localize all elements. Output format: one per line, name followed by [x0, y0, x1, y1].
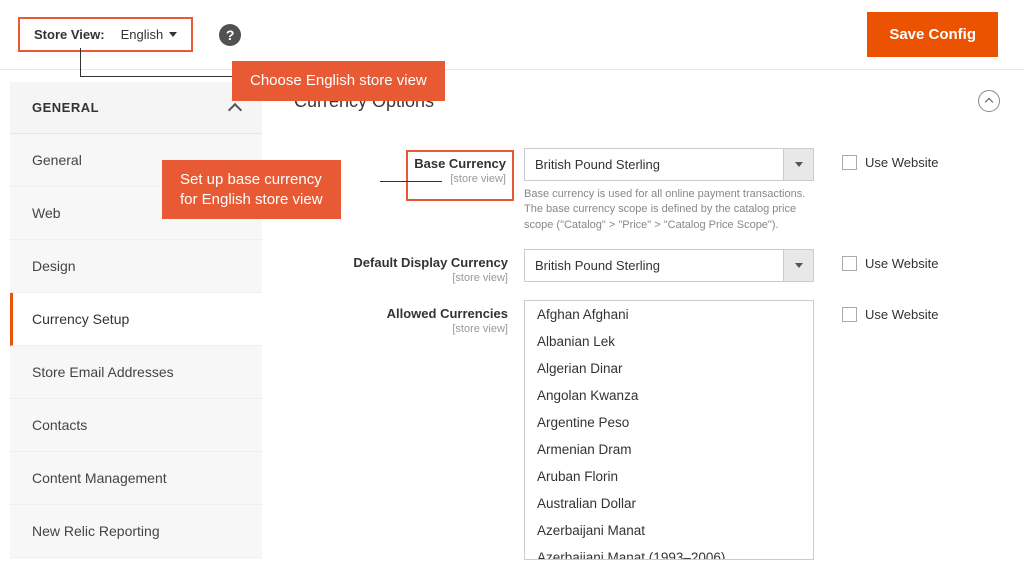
store-view-label: Store View:: [34, 27, 105, 42]
save-config-button[interactable]: Save Config: [867, 12, 998, 57]
use-website-checkbox[interactable]: [842, 256, 857, 271]
field-extra: Use Website: [814, 148, 938, 170]
chevron-up-icon: [985, 98, 993, 106]
list-item[interactable]: Azerbaijani Manat (1993–2006): [525, 544, 813, 560]
caret-down-icon: [169, 32, 177, 37]
use-website-label: Use Website: [865, 155, 938, 170]
field-default-display-currency: Default Display Currency [store view] Br…: [294, 249, 1016, 284]
collapse-section-button[interactable]: [978, 90, 1000, 112]
field-control: British Pound Sterling Base currency is …: [524, 148, 814, 233]
list-item[interactable]: Australian Dollar: [525, 490, 813, 517]
field-control: British Pound Sterling: [524, 249, 814, 282]
select-handle: [783, 250, 813, 281]
use-website-checkbox[interactable]: [842, 307, 857, 322]
base-currency-label-highlight: Base Currency [store view]: [406, 150, 514, 201]
connector-line: [80, 48, 232, 77]
select-handle: [783, 149, 813, 180]
connector-line: [380, 181, 442, 182]
field-label: Base Currency: [414, 156, 506, 171]
use-website-checkbox[interactable]: [842, 155, 857, 170]
field-extra: Use Website: [814, 300, 938, 322]
base-currency-select[interactable]: British Pound Sterling: [524, 148, 814, 181]
field-allowed-currencies: Allowed Currencies [store view] Afghan A…: [294, 300, 1016, 560]
field-scope: [store view]: [294, 323, 508, 335]
store-view-dropdown[interactable]: English: [121, 27, 178, 42]
layout: GENERAL General Web Design Currency Setu…: [0, 70, 1024, 573]
field-extra: Use Website: [814, 249, 938, 271]
field-label: Default Display Currency: [353, 255, 508, 270]
sidebar-item-store-email[interactable]: Store Email Addresses: [10, 346, 262, 399]
list-item[interactable]: Algerian Dinar: [525, 355, 813, 382]
allowed-currencies-multiselect[interactable]: Afghan Afghani Albanian Lek Algerian Din…: [524, 300, 814, 560]
callout-base-currency: Set up base currency for English store v…: [162, 160, 341, 219]
sidebar-item-design[interactable]: Design: [10, 240, 262, 293]
field-label: Allowed Currencies: [387, 306, 508, 321]
field-label-wrap: Allowed Currencies [store view]: [294, 300, 524, 335]
sidebar: GENERAL General Web Design Currency Setu…: [10, 82, 262, 573]
store-view-selector: Store View: English: [18, 17, 193, 52]
sidebar-group-title: GENERAL: [32, 100, 99, 115]
select-value: British Pound Sterling: [525, 250, 783, 281]
caret-down-icon: [795, 162, 803, 167]
default-display-currency-select[interactable]: British Pound Sterling: [524, 249, 814, 282]
callout-choose-view: Choose English store view: [232, 61, 445, 101]
use-website-label: Use Website: [865, 256, 938, 271]
list-item[interactable]: Afghan Afghani: [525, 301, 813, 328]
use-website-label: Use Website: [865, 307, 938, 322]
list-item[interactable]: Argentine Peso: [525, 409, 813, 436]
help-icon[interactable]: ?: [219, 24, 241, 46]
field-note: Base currency is used for all online pay…: [524, 187, 814, 233]
sidebar-item-content-mgmt[interactable]: Content Management: [10, 452, 262, 505]
store-view-value: English: [121, 27, 164, 42]
list-item[interactable]: Angolan Kwanza: [525, 382, 813, 409]
main-content: Currency Options Base Currency [store vi…: [262, 82, 1016, 573]
field-scope: [store view]: [294, 272, 508, 284]
field-control: Afghan Afghani Albanian Lek Algerian Din…: [524, 300, 814, 560]
field-scope: [store view]: [414, 173, 506, 185]
list-item[interactable]: Albanian Lek: [525, 328, 813, 355]
field-base-currency: Base Currency [store view] British Pound…: [294, 148, 1016, 233]
sidebar-item-currency-setup[interactable]: Currency Setup: [10, 293, 262, 346]
caret-down-icon: [795, 263, 803, 268]
sidebar-item-new-relic[interactable]: New Relic Reporting: [10, 505, 262, 558]
sidebar-item-contacts[interactable]: Contacts: [10, 399, 262, 452]
list-item[interactable]: Armenian Dram: [525, 436, 813, 463]
chevron-up-icon: [228, 102, 242, 116]
list-item[interactable]: Azerbaijani Manat: [525, 517, 813, 544]
select-value: British Pound Sterling: [525, 149, 783, 180]
list-item[interactable]: Aruban Florin: [525, 463, 813, 490]
field-label-wrap: Default Display Currency [store view]: [294, 249, 524, 284]
sidebar-group-general[interactable]: GENERAL: [10, 82, 262, 134]
